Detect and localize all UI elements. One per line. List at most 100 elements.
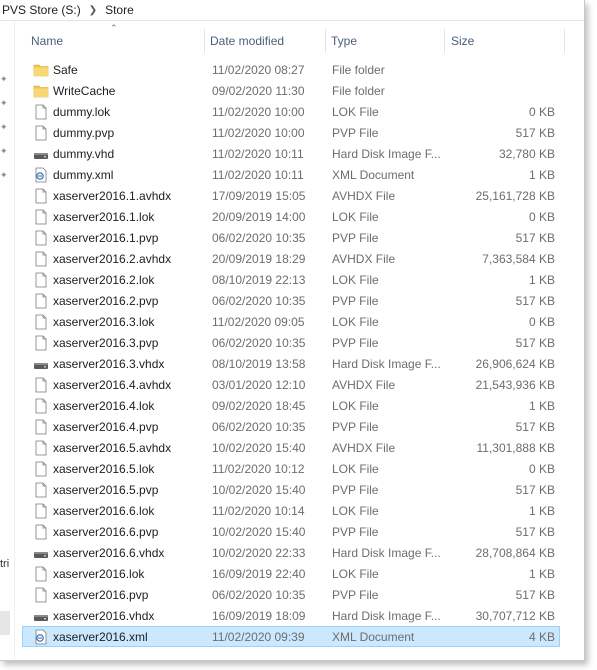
column-header-size[interactable]: Size: [451, 27, 474, 55]
file-name: xaserver2016.pvp: [53, 588, 149, 602]
file-row[interactable]: xaserver2016.5.avhdx 10/02/2020 15:40 AV…: [22, 437, 560, 458]
vertical-scrollbar[interactable]: [567, 21, 584, 660]
file-row[interactable]: dummy.vhd 11/02/2020 10:11 Hard Disk Ima…: [22, 143, 560, 164]
column-header: ⌃ Name Date modified Type Size: [22, 23, 568, 55]
file-row[interactable]: WriteCache 09/02/2020 11:30 File folder: [22, 80, 560, 101]
file-row[interactable]: dummy.pvp 11/02/2020 10:00 PVP File 517 …: [22, 122, 560, 143]
file-size: 11,301,888 KB: [476, 441, 555, 455]
file-row[interactable]: xaserver2016.2.lok 08/10/2019 22:13 LOK …: [22, 269, 560, 290]
breadcrumb-folder[interactable]: Store: [103, 3, 136, 17]
file-size: 21,543,936 KB: [475, 378, 555, 392]
file-type: LOK File: [332, 462, 379, 476]
file-row[interactable]: xaserver2016.2.avhdx 20/09/2019 18:29 AV…: [22, 248, 560, 269]
file-date-modified: 08/10/2019 13:58: [212, 357, 306, 371]
file-type: XML Document: [332, 630, 415, 644]
breadcrumb-drive[interactable]: PVS Store (S:): [0, 3, 83, 17]
file-explorer-window: PVS Store (S:) ❯ Store ✦ ✦ ✦ ✦ ✦ tri ⌃ N…: [0, 0, 585, 661]
file-row[interactable]: xaserver2016.xml 11/02/2020 09:39 XML Do…: [22, 626, 560, 647]
file-row[interactable]: xaserver2016.3.vhdx 08/10/2019 13:58 Har…: [22, 353, 560, 374]
file-row[interactable]: xaserver2016.2.pvp 06/02/2020 10:35 PVP …: [22, 290, 560, 311]
file-row[interactable]: xaserver2016.4.avhdx 03/01/2020 12:10 AV…: [22, 374, 560, 395]
file-size: 517 KB: [515, 420, 555, 434]
file-type: LOK File: [332, 504, 379, 518]
file-icon: [33, 524, 49, 540]
file-row[interactable]: xaserver2016.4.lok 09/02/2020 18:45 LOK …: [22, 395, 560, 416]
file-row[interactable]: Safe 11/02/2020 08:27 File folder: [22, 59, 560, 80]
file-row[interactable]: xaserver2016.5.pvp 10/02/2020 15:40 PVP …: [22, 479, 560, 500]
file-name: xaserver2016.6.lok: [53, 504, 155, 518]
file-row[interactable]: dummy.xml 11/02/2020 10:11 XML Document …: [22, 164, 560, 185]
file-size: 0 KB: [528, 462, 555, 476]
file-icon: [33, 461, 49, 477]
pin-icon[interactable]: ✦: [0, 99, 8, 108]
pin-icon[interactable]: ✦: [0, 147, 8, 156]
column-header-type[interactable]: Type: [331, 27, 357, 55]
file-row[interactable]: xaserver2016.6.lok 11/02/2020 10:14 LOK …: [22, 500, 560, 521]
column-divider[interactable]: [204, 29, 205, 53]
column-divider[interactable]: [325, 29, 326, 53]
folder-icon: [33, 83, 49, 99]
file-row[interactable]: xaserver2016.1.avhdx 17/09/2019 15:05 AV…: [22, 185, 560, 206]
file-row[interactable]: xaserver2016.5.lok 11/02/2020 10:12 LOK …: [22, 458, 560, 479]
file-row[interactable]: dummy.lok 11/02/2020 10:00 LOK File 0 KB: [22, 101, 560, 122]
file-row[interactable]: xaserver2016.6.pvp 10/02/2020 15:40 PVP …: [22, 521, 560, 542]
file-icon: [33, 230, 49, 246]
file-size: 517 KB: [515, 525, 555, 539]
nav-scrollbar[interactable]: [0, 611, 10, 635]
file-row[interactable]: xaserver2016.lok 16/09/2019 22:40 LOK Fi…: [22, 563, 560, 584]
file-row[interactable]: xaserver2016.4.pvp 06/02/2020 10:35 PVP …: [22, 416, 560, 437]
file-icon: [33, 482, 49, 498]
file-icon: [33, 503, 49, 519]
file-size: 1 KB: [528, 504, 555, 518]
file-icon: [33, 125, 49, 141]
file-size: 0 KB: [528, 315, 555, 329]
column-header-name[interactable]: Name: [31, 27, 63, 55]
file-date-modified: 11/02/2020 10:00: [212, 126, 305, 140]
pin-icon[interactable]: ✦: [0, 171, 8, 180]
file-size: 517 KB: [515, 294, 555, 308]
file-row[interactable]: xaserver2016.1.pvp 06/02/2020 10:35 PVP …: [22, 227, 560, 248]
file-row[interactable]: xaserver2016.pvp 06/02/2020 10:35 PVP Fi…: [22, 584, 560, 605]
file-date-modified: 08/10/2019 22:13: [212, 273, 306, 287]
file-name: xaserver2016.1.avhdx: [53, 189, 172, 203]
column-divider[interactable]: [564, 29, 565, 53]
file-size: 25,161,728 KB: [475, 189, 555, 203]
column-divider[interactable]: [444, 29, 445, 53]
file-name: xaserver2016.5.pvp: [53, 483, 159, 497]
file-date-modified: 11/02/2020 10:00: [212, 105, 305, 119]
file-date-modified: 11/02/2020 10:11: [212, 147, 304, 161]
file-size: 517 KB: [515, 231, 555, 245]
file-icon: [33, 188, 49, 204]
file-name: WriteCache: [53, 84, 116, 98]
file-date-modified: 09/02/2020 18:45: [212, 399, 306, 413]
file-name: xaserver2016.3.lok: [53, 315, 155, 329]
file-type: PVP File: [332, 294, 379, 308]
file-type: PVP File: [332, 231, 379, 245]
xml-icon: [33, 629, 49, 645]
chevron-right-icon[interactable]: ❯: [89, 5, 97, 16]
file-icon: [33, 587, 49, 603]
file-size: 0 KB: [528, 105, 555, 119]
file-type: Hard Disk Image F...: [332, 609, 441, 623]
file-icon: [33, 566, 49, 582]
file-name: xaserver2016.1.lok: [53, 210, 155, 224]
disk-icon: [33, 545, 49, 561]
column-header-date[interactable]: Date modified: [210, 27, 284, 55]
file-row[interactable]: xaserver2016.1.lok 20/09/2019 14:00 LOK …: [22, 206, 560, 227]
file-type: LOK File: [332, 315, 379, 329]
file-name: xaserver2016.5.lok: [53, 462, 155, 476]
file-icon: [33, 104, 49, 120]
file-row[interactable]: xaserver2016.6.vhdx 10/02/2020 22:33 Har…: [22, 542, 560, 563]
file-type: Hard Disk Image F...: [332, 546, 441, 560]
file-date-modified: 06/02/2020 10:35: [212, 231, 306, 245]
pin-icon[interactable]: ✦: [0, 75, 8, 84]
sort-ascending-icon: ⌃: [110, 23, 118, 33]
file-row[interactable]: xaserver2016.vhdx 16/09/2019 18:09 Hard …: [22, 605, 560, 626]
pin-icon[interactable]: ✦: [0, 123, 8, 132]
nav-item-label[interactable]: tri: [0, 558, 9, 570]
file-type: PVP File: [332, 420, 379, 434]
file-name: xaserver2016.lok: [53, 567, 145, 581]
file-type: LOK File: [332, 567, 379, 581]
file-row[interactable]: xaserver2016.3.pvp 06/02/2020 10:35 PVP …: [22, 332, 560, 353]
file-row[interactable]: xaserver2016.3.lok 11/02/2020 09:05 LOK …: [22, 311, 560, 332]
